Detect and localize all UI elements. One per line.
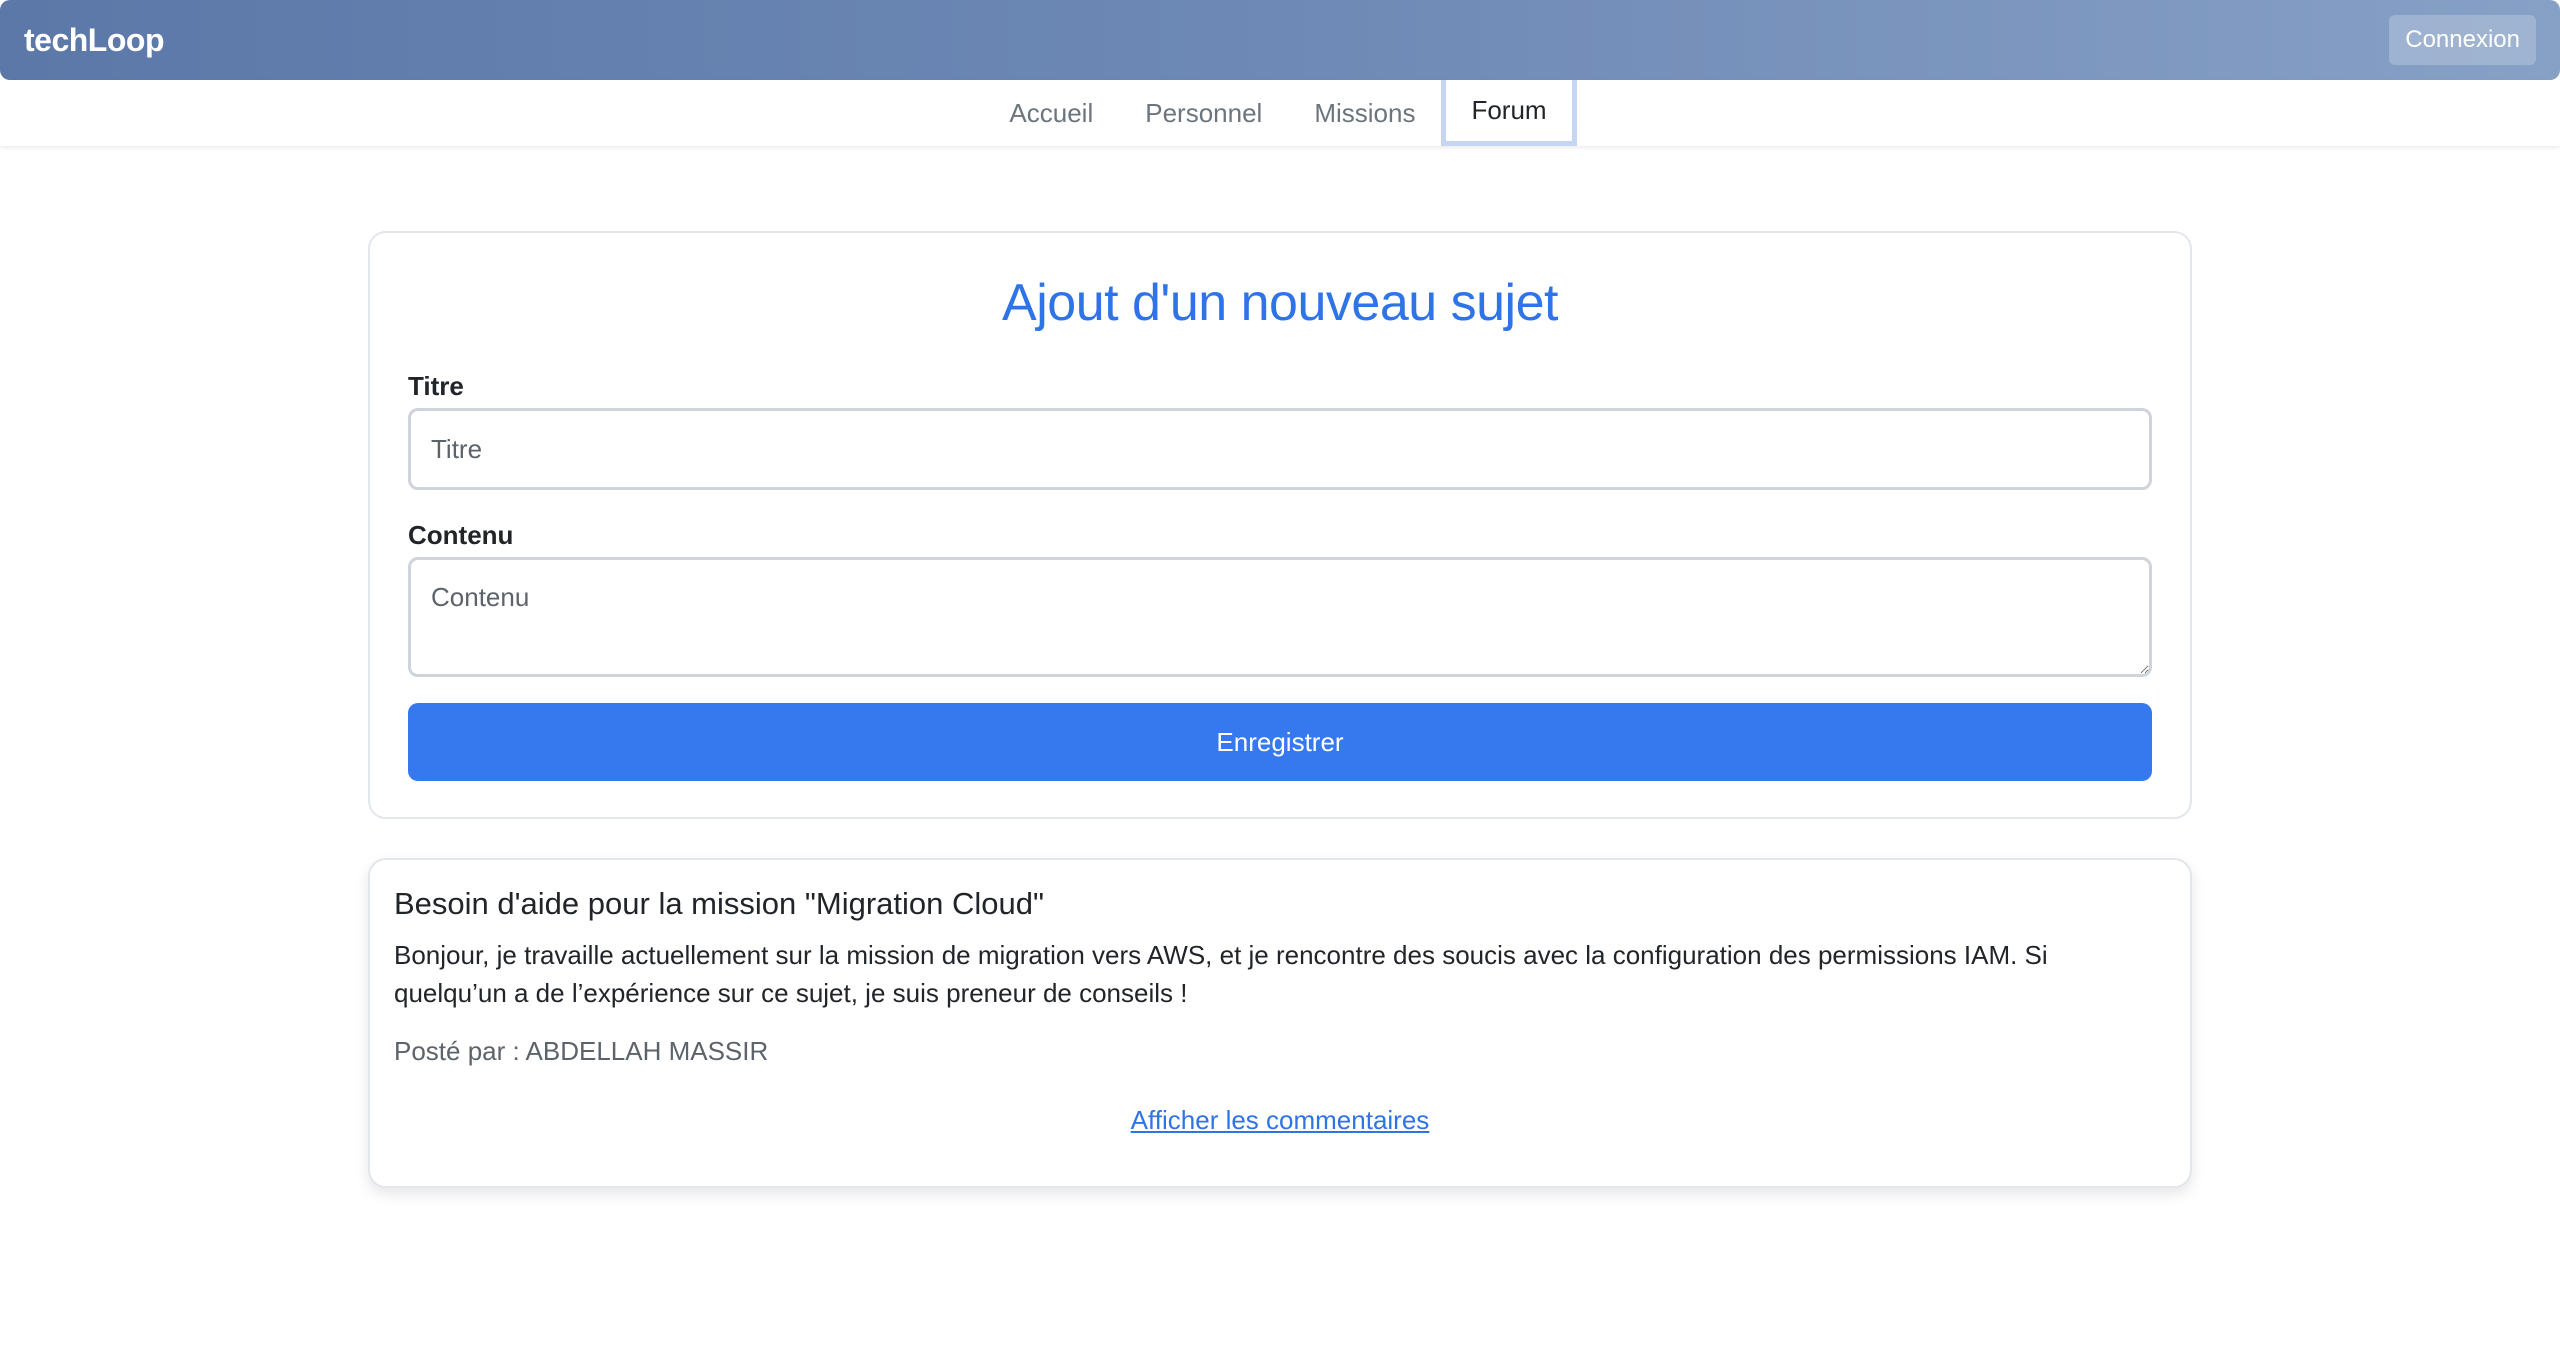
post-title: Besoin d'aide pour la mission "Migration… [394,886,1044,921]
nav-item-accueil[interactable]: Accueil [983,80,1119,146]
top-header: techLoop Connexion [0,0,2560,80]
new-topic-form-card: Ajout d'un nouveau sujet Titre Contenu E… [368,231,2192,819]
save-button[interactable]: Enregistrer [408,703,2152,781]
nav-item-forum[interactable]: Forum [1441,80,1577,146]
forum-post-card: Besoin d'aide pour la mission "Migration… [368,858,2192,1188]
form-heading: Ajout d'un nouveau sujet [1002,274,1558,332]
post-body: Bonjour, je travaille actuellement sur l… [394,940,2048,1008]
login-button[interactable]: Connexion [2389,15,2536,65]
show-comments-link[interactable]: Afficher les commentaires [394,1105,2166,1136]
main-nav: Accueil Personnel Missions Forum [0,80,2560,146]
title-input[interactable] [408,408,2152,490]
nav-item-personnel[interactable]: Personnel [1119,80,1288,146]
content-textarea[interactable] [408,557,2152,677]
title-field-label: Titre [408,371,464,401]
content-field-label: Contenu [408,520,514,550]
post-author: Posté par : ABDELLAH MASSIR [394,1036,769,1066]
brand-logo[interactable]: techLoop [24,22,164,59]
nav-item-missions[interactable]: Missions [1288,80,1441,146]
